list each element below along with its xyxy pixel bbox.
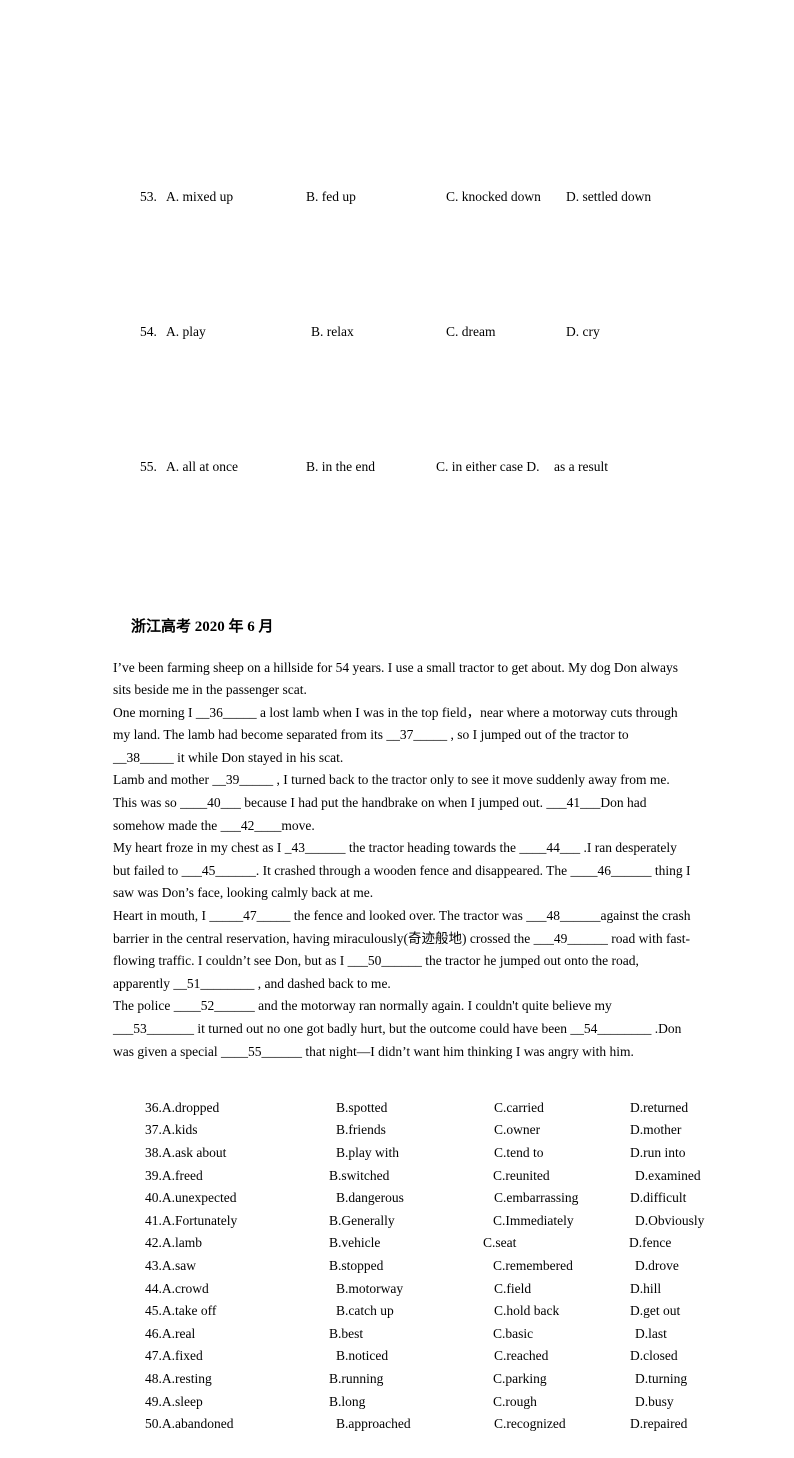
option-b[interactable]: B.vehicle [329,1232,483,1255]
option-d[interactable]: D.returned [630,1097,730,1120]
option-c[interactable]: C.parking [483,1368,629,1391]
option-a[interactable]: 44.A.crowd [140,1278,329,1301]
option-c[interactable]: C.hold back [490,1300,630,1323]
option-c[interactable]: C. dream [446,321,566,344]
option-d[interactable]: D. settled down [566,186,651,209]
option-a[interactable]: 36.A.dropped [140,1097,329,1120]
passage-paragraph: Heart in mouth, I _____47_____ the fence… [113,908,691,991]
option-c[interactable]: C.reunited [483,1165,629,1188]
option-c[interactable]: C.Immediately [483,1210,629,1233]
option-b[interactable]: B. fed up [306,186,446,209]
option-c[interactable]: C.rough [483,1391,629,1414]
page-content: 53. A. mixed up B. fed up C. knocked down D.… [113,96,704,1431]
option-d[interactable]: D.busy [629,1391,735,1414]
option-d[interactable]: D.fence [619,1232,729,1255]
question-row: 54. A. play B. relax C. dream D. cry [113,299,691,367]
question-row: 53. A. mixed up B. fed up C. knocked down D.… [113,164,691,232]
option-b[interactable]: B. in the end [306,456,436,479]
option-d[interactable]: D.turning [629,1368,735,1391]
option-d[interactable]: D.closed [630,1345,730,1368]
option-d[interactable]: D.run into [630,1142,730,1165]
option-b[interactable]: B.running [329,1368,483,1391]
option-d[interactable]: D.Obviously [629,1210,735,1233]
option-d[interactable]: D.hill [630,1278,730,1301]
section-heading: 浙江高考 2020 年 6 月 [131,618,274,635]
question-number: 53. [140,189,157,204]
document-page: 53. A. mixed up B. fed up C. knocked down D.… [0,0,794,1431]
option-b[interactable]: B.play with [329,1142,490,1165]
option-a[interactable]: 45.A.take off [140,1300,329,1323]
question-number: 54. [140,324,157,339]
option-d[interactable]: D.get out [630,1300,730,1323]
option-d[interactable]: D.repaired [630,1413,730,1436]
option-c[interactable]: C.recognized [490,1413,630,1436]
option-b[interactable]: B.catch up [329,1300,490,1323]
option-b[interactable]: B.switched [329,1165,483,1188]
option-b[interactable]: B.approached [329,1413,490,1436]
option-c[interactable]: C.tend to [490,1142,630,1165]
option-a[interactable]: 50.A.abandoned [140,1413,329,1436]
option-a[interactable]: 47.A.fixed [140,1345,329,1368]
option-a[interactable]: 42.A.lamb [140,1232,329,1255]
option-a[interactable]: A. all at once [166,456,306,479]
option-c[interactable]: C.reached [490,1345,630,1368]
option-a[interactable]: 40.A.unexpected [140,1187,329,1210]
option-b[interactable]: B.noticed [329,1345,490,1368]
option-d[interactable]: D.difficult [630,1187,730,1210]
option-d[interactable]: D. cry [566,321,600,344]
option-a[interactable]: A. play [166,321,311,344]
question-number: 55. [140,459,157,474]
passage-paragraph: My heart froze in my chest as I _43_____… [113,840,691,901]
option-c[interactable]: C.carried [490,1097,630,1120]
cloze-passage: I’ve been farming sheep on a hillside fo… [113,657,691,1064]
passage-paragraph: I’ve been farming sheep on a hillside fo… [113,659,678,698]
option-b[interactable]: B.dangerous [329,1187,490,1210]
option-b[interactable]: B.best [329,1323,483,1346]
option-row: 36.A.dropped B.spotted C.carried D.returned [113,1074,691,1115]
option-a[interactable]: 46.A.real [140,1323,329,1346]
option-a[interactable]: 41.A.Fortunately [140,1210,329,1233]
option-c[interactable]: C. knocked down [446,186,566,209]
option-d[interactable]: D.last [629,1323,735,1346]
option-c[interactable]: C.seat [483,1232,619,1255]
option-c[interactable]: C.remembered [483,1255,629,1278]
option-d[interactable]: D.drove [629,1255,735,1278]
option-a[interactable]: 49.A.sleep [140,1391,329,1414]
option-b[interactable]: B. relax [311,321,446,344]
option-b[interactable]: B.motorway [329,1278,490,1301]
option-a[interactable]: 38.A.ask about [140,1142,329,1165]
passage-paragraph: Lamb and mother __39_____ , I turned bac… [113,772,670,833]
passage-paragraph: The police ____52______ and the motorway… [113,998,682,1059]
tail-question-list: 53. A. mixed up B. fed up C. knocked down D.… [113,96,691,569]
option-a[interactable]: 39.A.freed [140,1165,329,1188]
option-a[interactable]: 43.A.saw [140,1255,329,1278]
option-d[interactable]: as a result [554,456,608,479]
option-list: 36.A.dropped B.spotted C.carried D.returned… [113,1074,704,1431]
option-a[interactable]: 48.A.resting [140,1368,329,1391]
option-b[interactable]: B.Generally [329,1210,483,1233]
option-b[interactable]: B.stopped [329,1255,483,1278]
option-d[interactable]: D.examined [629,1165,735,1188]
option-c[interactable]: C. in either case D. [436,456,554,479]
option-c[interactable]: C.basic [483,1323,629,1346]
option-b[interactable]: B.spotted [329,1097,490,1120]
option-b[interactable]: B.long [329,1391,483,1414]
option-a[interactable]: A. mixed up [166,186,306,209]
option-c[interactable]: C.embarrassing [490,1187,630,1210]
question-row: 55. A. all at once B. in the end C. in eith… [113,434,691,502]
passage-paragraph: One morning I __36_____ a lost lamb when… [113,704,678,765]
option-c[interactable]: C.field [490,1278,630,1301]
